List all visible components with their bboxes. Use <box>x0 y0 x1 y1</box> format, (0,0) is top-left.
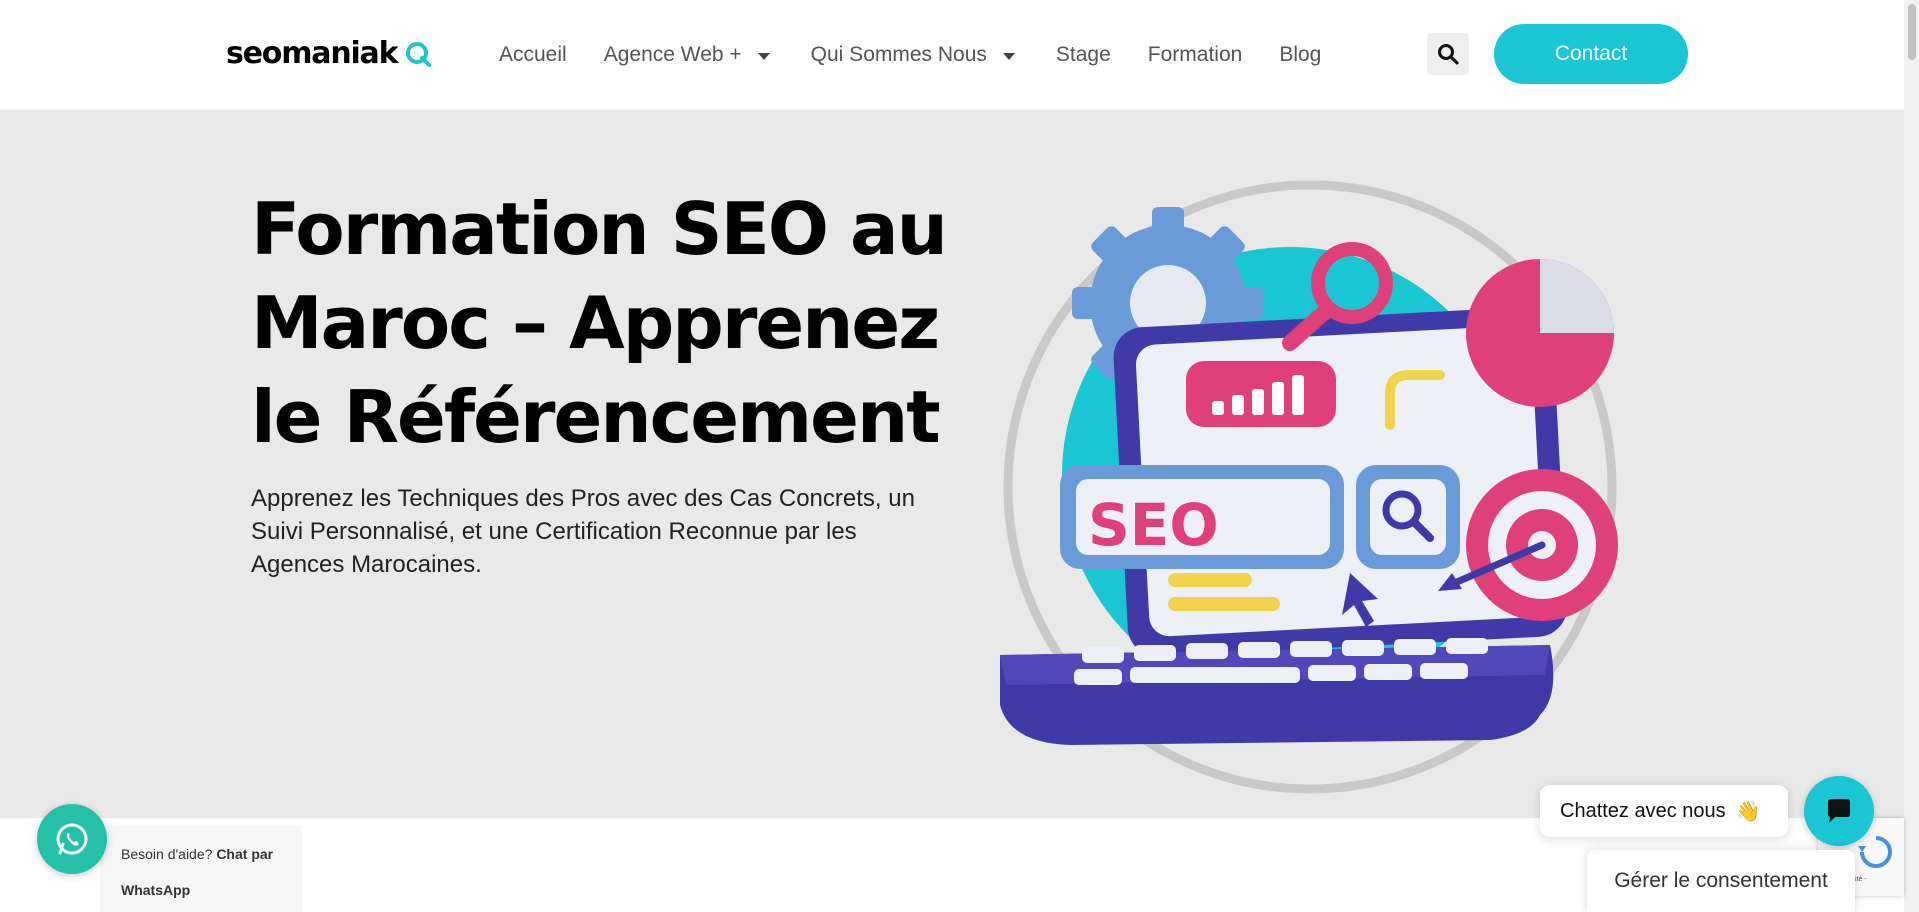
site-header: seomaniak Accueil Agence Web + Qui Somme… <box>0 0 1904 110</box>
whatsapp-prefix: Besoin d'aide? <box>121 846 213 862</box>
hero-subtitle: Apprenez les Techniques des Pros avec de… <box>251 485 915 578</box>
whatsapp-icon <box>56 823 88 855</box>
nav-item-label: Agence Web + <box>603 43 742 66</box>
search-button[interactable] <box>1427 33 1469 75</box>
chevron-down-icon <box>757 52 770 60</box>
chevron-down-icon <box>1002 52 1015 60</box>
contact-button[interactable]: Contact <box>1494 24 1688 84</box>
seo-laptop-illustration: SEO <box>1000 180 1618 794</box>
hero-title: Formation SEO au Maroc – Apprenez le Réf… <box>251 182 971 464</box>
nav-item-accueil[interactable]: Accueil <box>499 43 567 67</box>
nav-item-stage[interactable]: Stage <box>1056 43 1111 67</box>
chat-invite-bubble[interactable]: Chattez avec nous 👋 <box>1540 785 1788 837</box>
illustration-seo-text: SEO <box>1088 491 1219 559</box>
chat-icon <box>1828 799 1850 823</box>
hero-title-line: le Référencement <box>251 375 941 459</box>
nav-item-label: Stage <box>1055 43 1111 66</box>
nav-item-agence-web[interactable]: Agence Web + <box>604 43 770 67</box>
logo-q-icon <box>405 41 432 67</box>
hero-section: Formation SEO au Maroc – Apprenez le Réf… <box>0 110 1904 818</box>
manage-consent-button[interactable]: Gérer le consentement <box>1587 850 1855 912</box>
whatsapp-button[interactable] <box>37 804 107 874</box>
hero-title-line: Formation SEO au <box>251 187 948 271</box>
nav-item-label: Qui Sommes Nous <box>810 43 987 66</box>
logo-text: seomaniak <box>226 36 399 71</box>
whatsapp-help-text[interactable]: Besoin d'aide? Chat par WhatsApp <box>121 836 291 908</box>
search-icon <box>1438 44 1459 65</box>
recaptcha-icon <box>1858 836 1892 868</box>
hero-title-line: Maroc – Apprenez <box>251 281 940 365</box>
chat-invite-label: Chattez avec nous <box>1560 799 1726 822</box>
nav-item-blog[interactable]: Blog <box>1279 43 1321 67</box>
page-scrollbar[interactable] <box>1904 0 1919 912</box>
nav-item-label: Formation <box>1147 43 1243 66</box>
pie-chart-icon <box>1466 259 1614 407</box>
nav-item-formation[interactable]: Formation <box>1148 43 1243 67</box>
nav-item-label: Accueil <box>499 43 567 66</box>
nav-item-label: Blog <box>1279 43 1322 66</box>
chat-button[interactable] <box>1804 776 1874 846</box>
main-nav: Accueil Agence Web + Qui Sommes Nous Sta… <box>499 0 1358 110</box>
scrollbar-thumb[interactable] <box>1908 4 1916 60</box>
nav-item-qui-sommes-nous[interactable]: Qui Sommes Nous <box>811 43 1015 67</box>
waving-hand-icon: 👋 <box>1735 800 1761 823</box>
site-logo[interactable]: seomaniak <box>226 36 432 71</box>
